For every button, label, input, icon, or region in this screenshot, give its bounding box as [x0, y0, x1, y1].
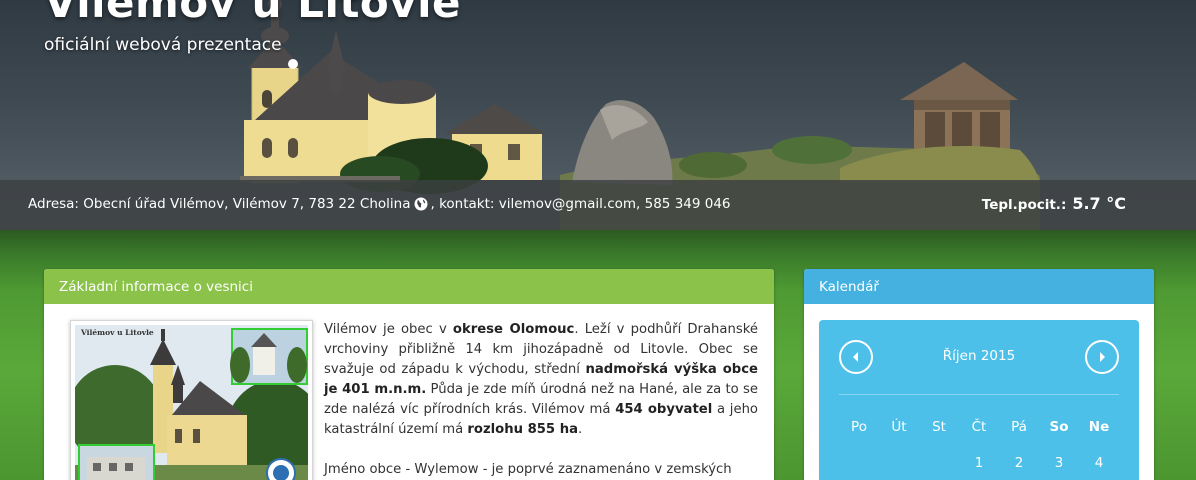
- postcard-illustration: [75, 325, 308, 480]
- contact-bar: Adresa: Obecní úřad Vilémov, Vilémov 7, …: [0, 180, 1196, 230]
- info-panel-title: Základní informace o vesnici: [44, 269, 774, 304]
- postcard-caption: Vilémov u Litovle: [81, 328, 154, 337]
- info-panel: Základní informace o vesnici Vilémov u L…: [44, 269, 774, 480]
- weekday-sun: Ne: [1088, 419, 1110, 435]
- calendar-day[interactable]: 4: [1079, 455, 1119, 471]
- calendar-day[interactable]: 3: [1039, 455, 1079, 471]
- calendar-day[interactable]: 1: [959, 455, 999, 471]
- calendar-widget: Říjen 2015 Po Út St Čt Pá So Ne 1 2 3 4: [819, 320, 1139, 480]
- globe-icon[interactable]: [414, 197, 428, 211]
- header-banner: Vilémov u Litovle oficiální webová preze…: [0, 0, 1196, 230]
- info-paragraph-1: Vilémov je obec v okrese Olomouc. Leží v…: [324, 322, 759, 437]
- calendar-panel-title: Kalendář: [804, 269, 1154, 304]
- calendar-day-empty: [839, 455, 879, 471]
- calendar-week-1: 1 2 3 4: [839, 455, 1119, 471]
- village-postcard-image[interactable]: Vilémov u Litovle: [70, 320, 313, 480]
- calendar-divider: [839, 394, 1119, 395]
- calendar-panel: Kalendář Říjen 2015 Po Út St Čt Pá So Ne: [804, 269, 1154, 480]
- calendar-day-empty: [879, 455, 919, 471]
- weekday-fri: Pá: [1011, 419, 1027, 435]
- calendar-next-button[interactable]: [1085, 340, 1119, 374]
- address-line: Adresa: Obecní úřad Vilémov, Vilémov 7, …: [28, 196, 731, 212]
- calendar-day-empty: [919, 455, 959, 471]
- chevron-right-icon: [1100, 352, 1105, 362]
- info-text: Vilémov je obec v okrese Olomouc. Leží v…: [324, 320, 758, 480]
- weekday-wed: St: [932, 419, 946, 435]
- temperature-value: 5.7 °C: [1072, 194, 1126, 213]
- address-text: Adresa: Obecní úřad Vilémov, Vilémov 7, …: [28, 196, 411, 212]
- weekday-thu: Čt: [971, 419, 987, 435]
- weekday-mon: Po: [851, 419, 867, 435]
- contact-text: , kontakt: vilemov@gmail.com, 585 349 04…: [430, 196, 731, 212]
- site-subtitle: oficiální webová prezentace: [44, 35, 282, 55]
- temperature-label: Tepl.pocit.:: [981, 197, 1067, 213]
- site-title: Vilémov u Litovle: [44, 0, 462, 27]
- calendar-day[interactable]: 2: [999, 455, 1039, 471]
- weekday-sat: So: [1049, 419, 1069, 435]
- weekday-tue: Út: [891, 419, 907, 435]
- calendar-weekdays: Po Út St Čt Pá So Ne: [839, 419, 1119, 435]
- temperature-widget: Tepl.pocit.: 5.7 °C: [982, 194, 1126, 213]
- info-paragraph-2: Jméno obce - Wylemow - je poprvé zazname…: [324, 462, 732, 477]
